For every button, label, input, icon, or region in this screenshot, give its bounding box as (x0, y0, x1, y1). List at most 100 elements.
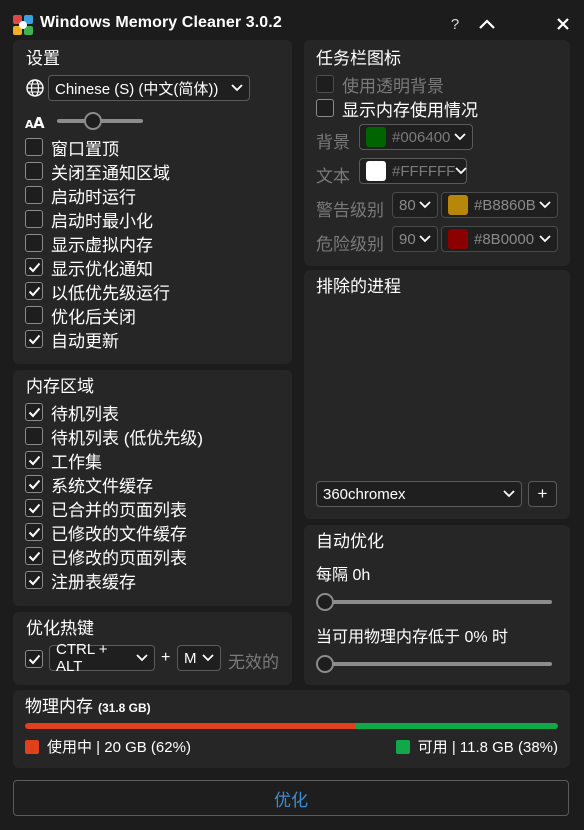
option-label: 启动时最小化 (51, 211, 153, 231)
option-row[interactable]: 显示虚拟内存 (25, 231, 285, 255)
option-row[interactable]: 待机列表 (低优先级) (25, 424, 285, 448)
option-checkbox[interactable] (25, 523, 43, 541)
option-checkbox[interactable] (25, 403, 43, 421)
minimize-button[interactable] (474, 11, 500, 37)
transparent-bg-checkbox[interactable] (316, 75, 334, 93)
option-row[interactable]: 已修改的页面列表 (25, 544, 285, 568)
transparent-bg-option[interactable]: 使用透明背景 (316, 72, 444, 96)
chevron-down-icon (503, 490, 515, 498)
option-row[interactable]: 待机列表 (25, 400, 285, 424)
text-color-select[interactable]: #FFFFFF (359, 158, 467, 184)
background-color-select[interactable]: #006400 (359, 124, 473, 150)
option-row[interactable]: 启动时最小化 (25, 207, 285, 231)
option-label: 窗口置顶 (51, 139, 119, 159)
danger-level-select[interactable]: 90 (392, 226, 438, 252)
option-checkbox[interactable] (25, 547, 43, 565)
chevron-down-icon (419, 201, 431, 209)
close-button[interactable] (550, 11, 576, 37)
hotkey-plus-label: + (161, 649, 171, 666)
option-checkbox[interactable] (25, 571, 43, 589)
option-row[interactable]: 窗口置顶 (25, 135, 285, 159)
check-icon (28, 654, 40, 664)
hotkey-panel: 优化热键 CTRL + ALT + M 无效的 (13, 612, 292, 685)
option-checkbox[interactable] (25, 258, 43, 276)
interval-slider[interactable] (316, 593, 552, 611)
option-checkbox[interactable] (25, 475, 43, 493)
option-checkbox[interactable] (25, 451, 43, 469)
hotkey-modifier-value: CTRL + ALT (56, 641, 108, 675)
warning-color-content: #B8860B (448, 195, 536, 215)
text-color-value: #FFFFFF (392, 162, 456, 180)
background-label: 背景 (316, 133, 350, 152)
font-size-slider[interactable] (57, 112, 143, 130)
danger-color-content: #8B0000 (448, 229, 534, 249)
add-icon: + (537, 484, 548, 503)
hotkey-title: 优化热键 (26, 619, 94, 638)
option-checkbox[interactable] (25, 306, 43, 324)
option-checkbox[interactable] (25, 330, 43, 348)
hotkey-modifier-select[interactable]: CTRL + ALT (49, 641, 155, 675)
show-memory-usage-option[interactable]: 显示内存使用情况 (316, 96, 478, 120)
language-value: Chinese (S) (中文(简体)) (55, 80, 219, 98)
svg-text:A: A (33, 114, 45, 131)
used-color-swatch (25, 739, 39, 754)
memory-used-segment (25, 723, 356, 729)
option-label: 显示优化通知 (51, 259, 153, 279)
check-icon (28, 407, 40, 417)
option-checkbox[interactable] (25, 282, 43, 300)
option-row[interactable]: 以低优先级运行 (25, 279, 285, 303)
optimize-button[interactable]: 优化 (13, 780, 569, 816)
add-process-button[interactable]: + (528, 481, 557, 507)
check-icon (28, 551, 40, 561)
option-row[interactable]: 注册表缓存 (25, 568, 285, 592)
option-row[interactable]: 启动时运行 (25, 183, 285, 207)
hotkey-enabled-checkbox[interactable] (25, 650, 43, 668)
hotkey-key-select[interactable]: M (177, 645, 221, 671)
help-button[interactable]: ? (442, 11, 468, 37)
hotkey-status: 无效的 (228, 653, 279, 672)
check-icon (28, 527, 40, 537)
option-checkbox[interactable] (25, 210, 43, 228)
option-label: 待机列表 (51, 404, 119, 424)
excluded-processes-list[interactable] (316, 300, 558, 476)
memory-used-label: 使用中 | 20 GB (62%) (47, 739, 191, 756)
danger-color-swatch (448, 229, 468, 249)
threshold-slider-thumb[interactable] (316, 655, 334, 673)
option-label: 已修改的页面列表 (51, 548, 187, 568)
memory-areas-title: 内存区域 (26, 377, 94, 396)
check-icon (28, 286, 40, 296)
option-checkbox[interactable] (25, 234, 43, 252)
option-checkbox[interactable] (25, 186, 43, 204)
app-title: Windows Memory Cleaner 3.0.2 (40, 14, 282, 31)
threshold-slider[interactable] (316, 655, 552, 673)
warning-level-select[interactable]: 80 (392, 192, 438, 218)
text-color-content: #FFFFFF (366, 161, 455, 181)
option-row[interactable]: 自动更新 (25, 327, 285, 351)
option-checkbox[interactable] (25, 427, 43, 445)
danger-color-select[interactable]: #8B0000 (441, 226, 558, 252)
option-row[interactable]: 已修改的文件缓存 (25, 520, 285, 544)
option-row[interactable]: 系统文件缓存 (25, 472, 285, 496)
interval-slider-thumb[interactable] (316, 593, 334, 611)
chevron-down-icon (539, 235, 551, 243)
settings-options: 窗口置顶 关闭至通知区域 启动时运行启动时最小化 显示虚拟内存显示优化通知 以低优先级运… (25, 135, 285, 351)
show-memory-usage-checkbox[interactable] (316, 99, 334, 117)
option-row[interactable]: 工作集 (25, 448, 285, 472)
memory-used-legend: 使用中 | 20 GB (62%) (25, 736, 191, 757)
check-icon (28, 262, 40, 272)
option-row[interactable]: 优化后关闭 (25, 303, 285, 327)
memory-free-segment (355, 723, 558, 729)
option-checkbox[interactable] (25, 138, 43, 156)
warning-color-select[interactable]: #B8860B (441, 192, 558, 218)
threshold-label: 当可用物理内存低于 0% 时 (316, 629, 509, 646)
chevron-down-icon (455, 167, 467, 175)
option-row[interactable]: 关闭至通知区域 (25, 159, 285, 183)
font-size-slider-thumb[interactable] (84, 112, 102, 130)
option-checkbox[interactable] (25, 162, 43, 180)
language-select[interactable]: Chinese (S) (中文(简体)) (48, 75, 250, 101)
option-row[interactable]: 已合并的页面列表 (25, 496, 285, 520)
process-select[interactable]: 360chromex (316, 481, 522, 507)
option-row[interactable]: 显示优化通知 (25, 255, 285, 279)
option-checkbox[interactable] (25, 499, 43, 517)
chevron-down-icon (539, 201, 551, 209)
